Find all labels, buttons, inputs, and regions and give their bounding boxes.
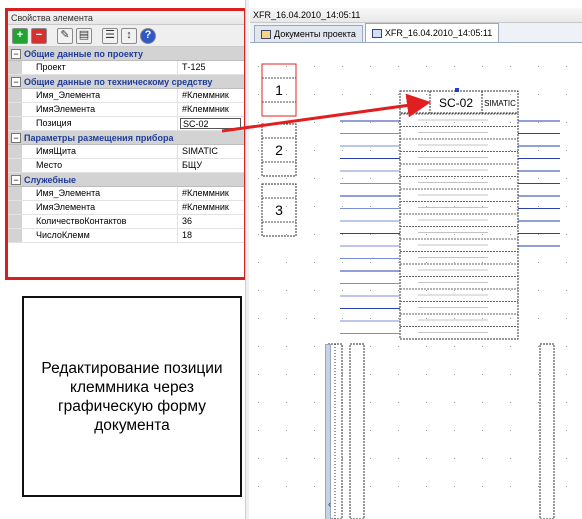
row-gutter (8, 229, 22, 242)
tab-project-documents[interactable]: Документы проекта (254, 25, 363, 42)
property-value: БЩУ (182, 160, 203, 170)
property-row[interactable]: ИмяЭлемента #Клеммник (8, 103, 244, 117)
list-icon[interactable]: ☰ (102, 27, 118, 44)
property-value: #Клеммник (182, 188, 229, 198)
property-name: Место (22, 159, 178, 172)
property-grid: − Общие данные по проекту Проект Т-125− Общи… (8, 47, 244, 243)
section-number: 3 (275, 202, 283, 218)
tree-icon (261, 29, 271, 39)
cable-strip (349, 343, 365, 519)
properties-panel: Свойства элемента + − ✎ ▤ ☰ ↕? − Общие данные … (5, 8, 247, 280)
row-gutter (8, 103, 22, 116)
tab-label: XFR_16.04.2010_14:05:11 (384, 28, 493, 38)
property-row[interactable]: КоличествоКонтактов 36 (8, 215, 244, 229)
canvas-scrollbar[interactable] (325, 344, 331, 519)
description-text: Редактирование позиции клеммника через г… (41, 359, 223, 434)
collapse-icon[interactable]: − (11, 48, 21, 59)
property-value: 36 (182, 216, 193, 226)
document-icon[interactable]: ▤ (76, 27, 92, 44)
collapse-icon[interactable]: − (11, 174, 21, 185)
property-row[interactable]: ЧислоКлемм 18 (8, 229, 244, 243)
property-name: ИмяЭлемента (22, 201, 178, 214)
terminal-drawing[interactable]: 1 2 3 18 SC-02 SIMATIC (250, 44, 582, 519)
terminal-count: 18 (409, 98, 421, 110)
property-value: #Клеммник (182, 202, 229, 212)
row-gutter (8, 145, 22, 158)
document-tabbar: Документы проекта XFR_16.04.2010_14:05:11 (250, 23, 582, 43)
delete-icon[interactable]: − (31, 27, 47, 44)
property-name: Имя_Элемента (22, 187, 178, 200)
drawing-icon (371, 28, 382, 38)
row-gutter (8, 201, 22, 214)
property-row[interactable]: Позиция SC-02 (8, 117, 244, 131)
tab-label: Документы проекта (274, 29, 356, 39)
property-name: КоличествоКонтактов (22, 215, 178, 228)
property-row[interactable]: Имя_Элемента #Клеммник (8, 187, 244, 201)
row-gutter (8, 215, 22, 228)
cable-strip (539, 343, 555, 519)
scroll-left-icon[interactable]: ‹ (328, 499, 331, 509)
property-row[interactable]: Проект Т-125 (8, 61, 244, 75)
tab-drawing[interactable]: XFR_16.04.2010_14:05:11 (364, 23, 500, 42)
document-window-title: XFR_16.04.2010_14:05:11 (250, 8, 582, 23)
properties-toolbar: + − ✎ ▤ ☰ ↕? (8, 25, 244, 47)
row-gutter (8, 187, 22, 200)
property-value: #Клеммник (182, 104, 229, 114)
property-value: Т-125 (182, 62, 206, 72)
property-name: ЧислоКлемм (22, 229, 178, 242)
edit-icon[interactable]: ✎ (57, 27, 73, 44)
property-name: Имя_Элемента (22, 89, 178, 102)
row-gutter (8, 61, 22, 74)
property-value: #Клеммник (182, 90, 229, 100)
category-label: Параметры размещения прибора (24, 132, 174, 143)
property-name: Проект (22, 61, 178, 74)
document-window: XFR_16.04.2010_14:05:11 Документы проект… (250, 8, 582, 519)
row-gutter (8, 117, 22, 130)
property-value: SIMATIC (182, 146, 218, 156)
property-value: 18 (182, 230, 193, 240)
panel-splitter[interactable] (245, 0, 249, 519)
category-row[interactable]: − Общие данные по проекту (8, 47, 244, 61)
section-number: 2 (275, 142, 283, 158)
section-number: 1 (275, 82, 283, 98)
drawing-canvas[interactable]: 1 2 3 18 SC-02 SIMATIC ‹ (250, 44, 582, 519)
collapse-icon[interactable]: − (11, 76, 21, 87)
terminal-position: SC-02 (439, 96, 473, 110)
collapse-icon[interactable]: − (11, 132, 21, 143)
property-row[interactable]: ИмяЭлемента #Клеммник (8, 201, 244, 215)
property-row[interactable]: Имя_Элемента #Клеммник (8, 89, 244, 103)
properties-panel-title: Свойства элемента (8, 11, 244, 25)
row-gutter (8, 89, 22, 102)
sort-icon[interactable]: ↕ (121, 27, 137, 44)
property-name: ИмяЭлемента (22, 103, 178, 116)
category-label: Служебные (24, 174, 77, 185)
description-box: Редактирование позиции клеммника через г… (22, 296, 242, 497)
category-label: Общие данные по проекту (24, 48, 143, 59)
row-gutter (8, 159, 22, 172)
category-row[interactable]: − Общие данные по техническому средству (8, 75, 244, 89)
category-row[interactable]: − Параметры размещения прибора (8, 131, 244, 145)
selection-handle (455, 88, 459, 92)
property-row[interactable]: Место БЩУ (8, 159, 244, 173)
property-name: Позиция (22, 117, 178, 130)
add-icon[interactable]: + (12, 27, 28, 44)
category-label: Общие данные по техническому средству (24, 76, 213, 87)
position-value-input[interactable]: SC-02 (180, 118, 241, 129)
property-name: ИмяЩита (22, 145, 178, 158)
help-icon[interactable]: ? (140, 27, 156, 44)
terminal-panel: SIMATIC (484, 99, 516, 108)
category-row[interactable]: − Служебные (8, 173, 244, 187)
property-row[interactable]: ИмяЩита SIMATIC (8, 145, 244, 159)
